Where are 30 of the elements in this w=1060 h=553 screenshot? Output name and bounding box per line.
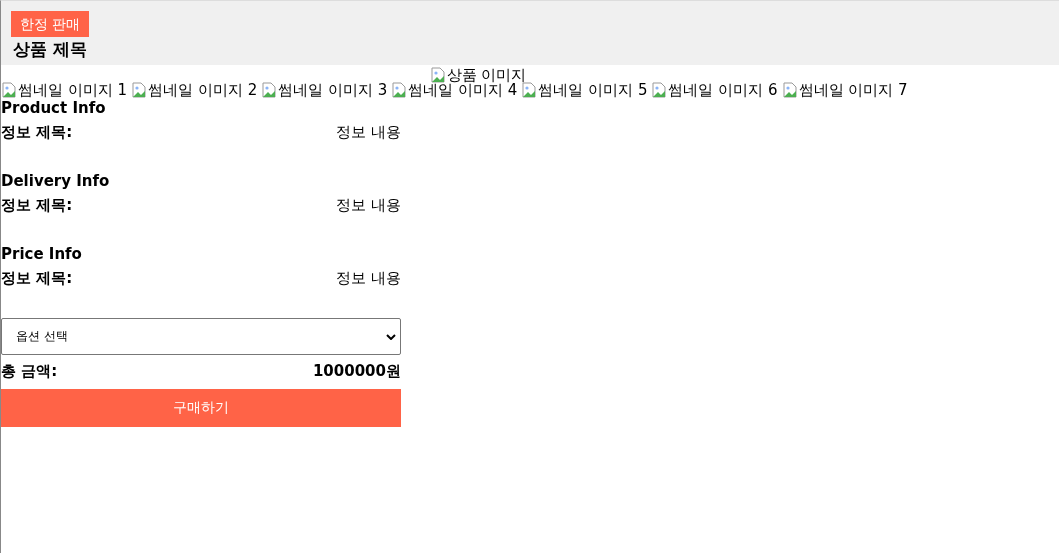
thumbnail-alt-text[interactable]: 썸네일 이미지 6 xyxy=(668,81,778,99)
info-label: 정보 제목: xyxy=(1,268,73,289)
info-label: 정보 제목: xyxy=(1,195,73,216)
chevron-down-icon xyxy=(386,333,396,340)
info-label: 정보 제목: xyxy=(1,122,73,143)
total-label: 총 금액: xyxy=(1,361,58,382)
info-value: 정보 내용 xyxy=(336,122,401,143)
thumbnail-alt-text[interactable]: 썸네일 이미지 2 xyxy=(148,81,258,99)
section-heading: Delivery Info xyxy=(1,172,111,190)
broken-image-icon xyxy=(391,82,408,98)
section-heading: Price Info xyxy=(1,245,83,263)
section-heading: Product Info xyxy=(1,99,107,117)
total-price: 1000000원 xyxy=(312,361,401,382)
product-title: 상품 제목 xyxy=(12,38,87,61)
thumbnail-alt-text[interactable]: 썸네일 이미지 1 xyxy=(18,81,128,99)
broken-image-icon xyxy=(131,82,148,98)
thumbnail-alt-text[interactable]: 썸네일 이미지 7 xyxy=(798,81,908,99)
option-select[interactable]: 옵션 선택 xyxy=(1,318,401,355)
broken-image-icon xyxy=(1,82,17,98)
broken-image-icon xyxy=(521,82,538,98)
broken-image-icon xyxy=(261,82,278,98)
broken-image-icon xyxy=(781,82,798,98)
info-value: 정보 내용 xyxy=(336,195,401,216)
thumbnail-alt-text[interactable]: 썸네일 이미지 5 xyxy=(538,81,648,99)
thumbnail-alt-text[interactable]: 썸네일 이미지 3 xyxy=(278,81,388,99)
image-alt-text: 상품 이미지 xyxy=(446,65,527,84)
sale-badge: 한정 판매 xyxy=(11,11,90,37)
broken-image-icon xyxy=(429,66,446,83)
broken-image-icon xyxy=(651,82,668,98)
info-value: 정보 내용 xyxy=(336,268,401,289)
